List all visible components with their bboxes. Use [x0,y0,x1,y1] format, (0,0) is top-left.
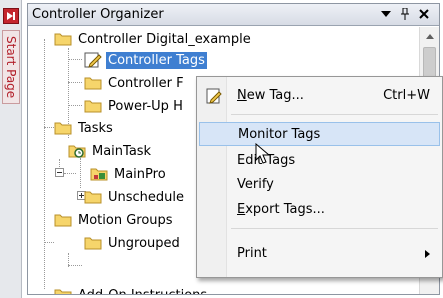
tree-node-label: Add-On Instructions [78,287,208,295]
task-icon [68,144,86,158]
collapse-button[interactable] [55,168,64,177]
tree-node-label: Ungrouped [108,235,180,251]
tree-node-label: Controller F [108,75,184,91]
panel-header: Controller Organizer [28,4,439,26]
tree-node-label: MainTask [92,143,152,159]
folder-icon [84,76,102,90]
tree-node-tasks[interactable]: Tasks [54,117,115,139]
tree-node-unscheduled[interactable]: Unschedule [84,186,186,208]
menu-item-shortcut: Ctrl+W [383,88,430,103]
menu-item-label: New Tag... [237,88,304,103]
tree-node-controller-tags[interactable]: Controller Tags [84,49,207,71]
context-menu: New Tag... Ctrl+W Monitor Tags Edit Tags… [196,76,443,278]
tree-node-add-on[interactable]: Add-On Instructions [54,284,209,295]
start-page-label: Start Page [4,35,18,99]
tree-node-label: MainPro [114,166,166,182]
pin-icon[interactable] [397,6,413,22]
menu-item-export-tags[interactable]: Export Tags... [199,198,440,222]
submenu-arrow-icon [425,250,430,258]
folder-icon [54,288,72,294]
folder-icon [84,99,102,113]
tree-node-label: Power-Up H [108,98,183,114]
menu-item-print[interactable]: Print [199,242,440,266]
tree-node-label: Unschedule [108,189,185,205]
menu-separator [231,114,438,115]
tree-node-main-program[interactable]: MainPro [90,163,168,185]
tree-node-motion-groups[interactable]: Motion Groups [54,209,175,231]
tree-node-label: Tasks [78,120,113,136]
program-icon [90,167,108,181]
menu-separator [231,228,438,229]
folder-icon [54,213,72,227]
tree-node-ungrouped[interactable]: Ungrouped [84,232,182,254]
tree-node-label: Motion Groups [78,212,173,228]
start-page-strip: Start Page [0,0,22,298]
menu-item-label: Print [237,246,267,261]
menu-item-verify[interactable]: Verify [199,173,440,197]
menu-item-label: Verify [237,177,274,192]
tree-node-label: Controller Tags [106,51,207,69]
tree-node-controller-faults[interactable]: Controller F [84,72,186,94]
tree-node-main-task[interactable]: MainTask [68,140,153,162]
new-tag-icon [205,87,223,105]
panel-title: Controller Organizer [32,7,164,22]
menu-item-edit-tags[interactable]: Edit Tags [199,149,440,173]
folder-icon [84,236,102,250]
folder-icon [84,190,102,204]
menu-item-new-tag[interactable]: New Tag... Ctrl+W [199,84,440,108]
tree-node-label: Controller Digital_example [78,31,251,47]
folder-icon [54,32,72,46]
tree-node-power-up[interactable]: Power-Up H [84,95,185,117]
scroll-up-arrow-icon[interactable] [422,29,437,44]
menu-item-label: Monitor Tags [238,127,321,142]
tags-icon [84,52,102,68]
dropdown-arrow-icon[interactable] [378,6,394,22]
menu-item-monitor-tags[interactable]: Monitor Tags [199,122,440,146]
menu-item-label: Export Tags... [237,202,325,217]
mouse-cursor-icon [255,142,271,165]
tree-node-controller[interactable]: Controller Digital_example [54,28,253,50]
folder-icon [54,121,72,135]
close-icon[interactable] [416,6,432,22]
start-page-tab[interactable]: Start Page [2,30,20,104]
go-arrow-icon[interactable] [3,8,19,24]
